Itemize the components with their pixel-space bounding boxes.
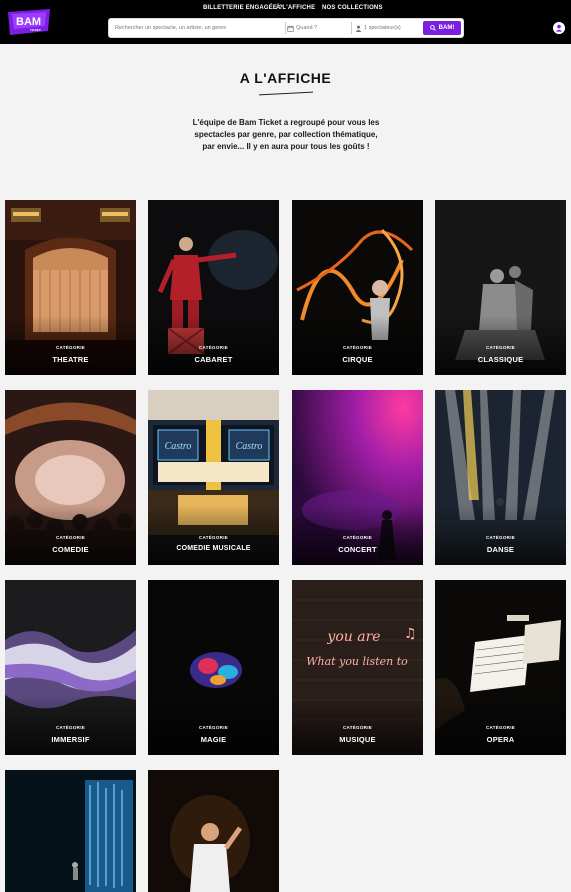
nav-billetterie-engagee[interactable]: BILLETTERIE ENGAGÉE ? xyxy=(203,5,283,11)
person-icon xyxy=(355,25,362,32)
category-card-partial-1[interactable] xyxy=(5,770,136,892)
card-category-name: MUSIQUE xyxy=(339,735,376,744)
svg-text:you are: you are xyxy=(326,629,380,645)
search-divider xyxy=(351,22,352,34)
svg-text:♫: ♫ xyxy=(404,626,417,642)
category-card-classique[interactable]: CATÉGORIE CLASSIQUE xyxy=(435,200,566,375)
card-category-label: CATÉGORIE xyxy=(485,725,516,730)
spectators-field[interactable]: 1 spectateur(s) xyxy=(355,19,425,37)
card-category-label: CATÉGORIE xyxy=(198,535,229,540)
card-category-label: CATÉGORIE xyxy=(485,535,516,540)
svg-text:Castro: Castro xyxy=(165,441,192,452)
spectators-value: 1 spectateur(s) xyxy=(364,25,401,31)
search-button-label: BAM! xyxy=(438,25,455,31)
intro-text: L'équipe de Bam Ticket a regroupé pour v… xyxy=(192,118,380,151)
card-category-label: CATÉGORIE xyxy=(55,345,86,350)
card-category-name: IMMERSIF xyxy=(51,735,90,744)
search-divider xyxy=(285,22,286,34)
category-card-magie[interactable]: CATÉGORIE MAGIE xyxy=(148,580,279,755)
category-card-opera[interactable]: CATÉGORIE OPERA xyxy=(435,580,566,755)
card-category-name: DANSE xyxy=(486,545,515,554)
site-header: BAM TICKET BILLETTERIE ENGAGÉE ? À L'AFF… xyxy=(0,0,571,44)
category-card-comedie-musicale[interactable]: Castro Castro CATÉGORIE COMEDIE MUSICALE xyxy=(148,390,279,565)
card-category-name: CABARET xyxy=(194,355,233,364)
nav-nos-collections[interactable]: NOS COLLECTIONS xyxy=(322,5,383,11)
card-category-name: COMEDIE MUSICALE xyxy=(176,545,251,552)
svg-text:BAM: BAM xyxy=(16,16,41,28)
title-underline xyxy=(259,91,313,96)
category-card-immersif[interactable]: CATÉGORIE IMMERSIF xyxy=(5,580,136,755)
search-icon xyxy=(429,25,436,31)
card-category-label: CATÉGORIE xyxy=(342,725,373,730)
search-button[interactable]: BAM! xyxy=(423,21,461,35)
standup-performer-image xyxy=(148,770,279,892)
category-card-danse[interactable]: CATÉGORIE DANSE xyxy=(435,390,566,565)
card-category-label: CATÉGORIE xyxy=(485,345,516,350)
category-card-comedie[interactable]: CATÉGORIE COMEDIE xyxy=(5,390,136,565)
search-input[interactable]: Rechercher un spectacle, un artiste, un … xyxy=(115,19,285,37)
category-card-musique[interactable]: you are What you listen to ♫ CATÉGORIE M… xyxy=(292,580,423,755)
card-category-name: OPERA xyxy=(486,735,515,744)
card-category-name: CLASSIQUE xyxy=(477,355,524,364)
card-category-label: CATÉGORIE xyxy=(55,535,86,540)
category-card-cabaret[interactable]: CATÉGORIE CABARET xyxy=(148,200,279,375)
category-card-partial-2[interactable] xyxy=(148,770,279,892)
card-category-label: CATÉGORIE xyxy=(198,345,229,350)
nav-a-l-affiche[interactable]: À L'AFFICHE xyxy=(276,5,315,11)
date-placeholder: Quand ? xyxy=(296,25,318,31)
svg-text:What you listen to: What you listen to xyxy=(306,655,408,668)
card-category-label: CATÉGORIE xyxy=(342,535,373,540)
card-category-name: CONCERT xyxy=(338,545,377,554)
date-field[interactable]: Quand ? xyxy=(287,19,351,37)
calendar-icon xyxy=(287,25,294,32)
stage-projection-image xyxy=(5,770,136,892)
svg-text:TICKET: TICKET xyxy=(30,28,41,32)
category-card-cirque[interactable]: CATÉGORIE CIRQUE xyxy=(292,200,423,375)
svg-text:Castro: Castro xyxy=(236,441,263,452)
page-title: A L'AFFICHE xyxy=(239,70,332,86)
user-account-icon[interactable] xyxy=(553,22,565,34)
card-category-label: CATÉGORIE xyxy=(55,725,86,730)
main-nav: BILLETTERIE ENGAGÉE ? À L'AFFICHE NOS CO… xyxy=(0,5,571,15)
search-bar: Rechercher un spectacle, un artiste, un … xyxy=(108,18,464,38)
card-category-name: CIRQUE xyxy=(342,355,373,364)
card-category-name: MAGIE xyxy=(200,735,227,744)
card-category-label: CATÉGORIE xyxy=(342,345,373,350)
category-card-concert[interactable]: CATÉGORIE CONCERT xyxy=(292,390,423,565)
card-category-name: COMEDIE xyxy=(52,545,89,554)
card-category-label: CATÉGORIE xyxy=(198,725,229,730)
category-card-theatre[interactable]: CATÉGORIE THEATRE xyxy=(5,200,136,375)
card-category-name: THEATRE xyxy=(52,355,89,364)
